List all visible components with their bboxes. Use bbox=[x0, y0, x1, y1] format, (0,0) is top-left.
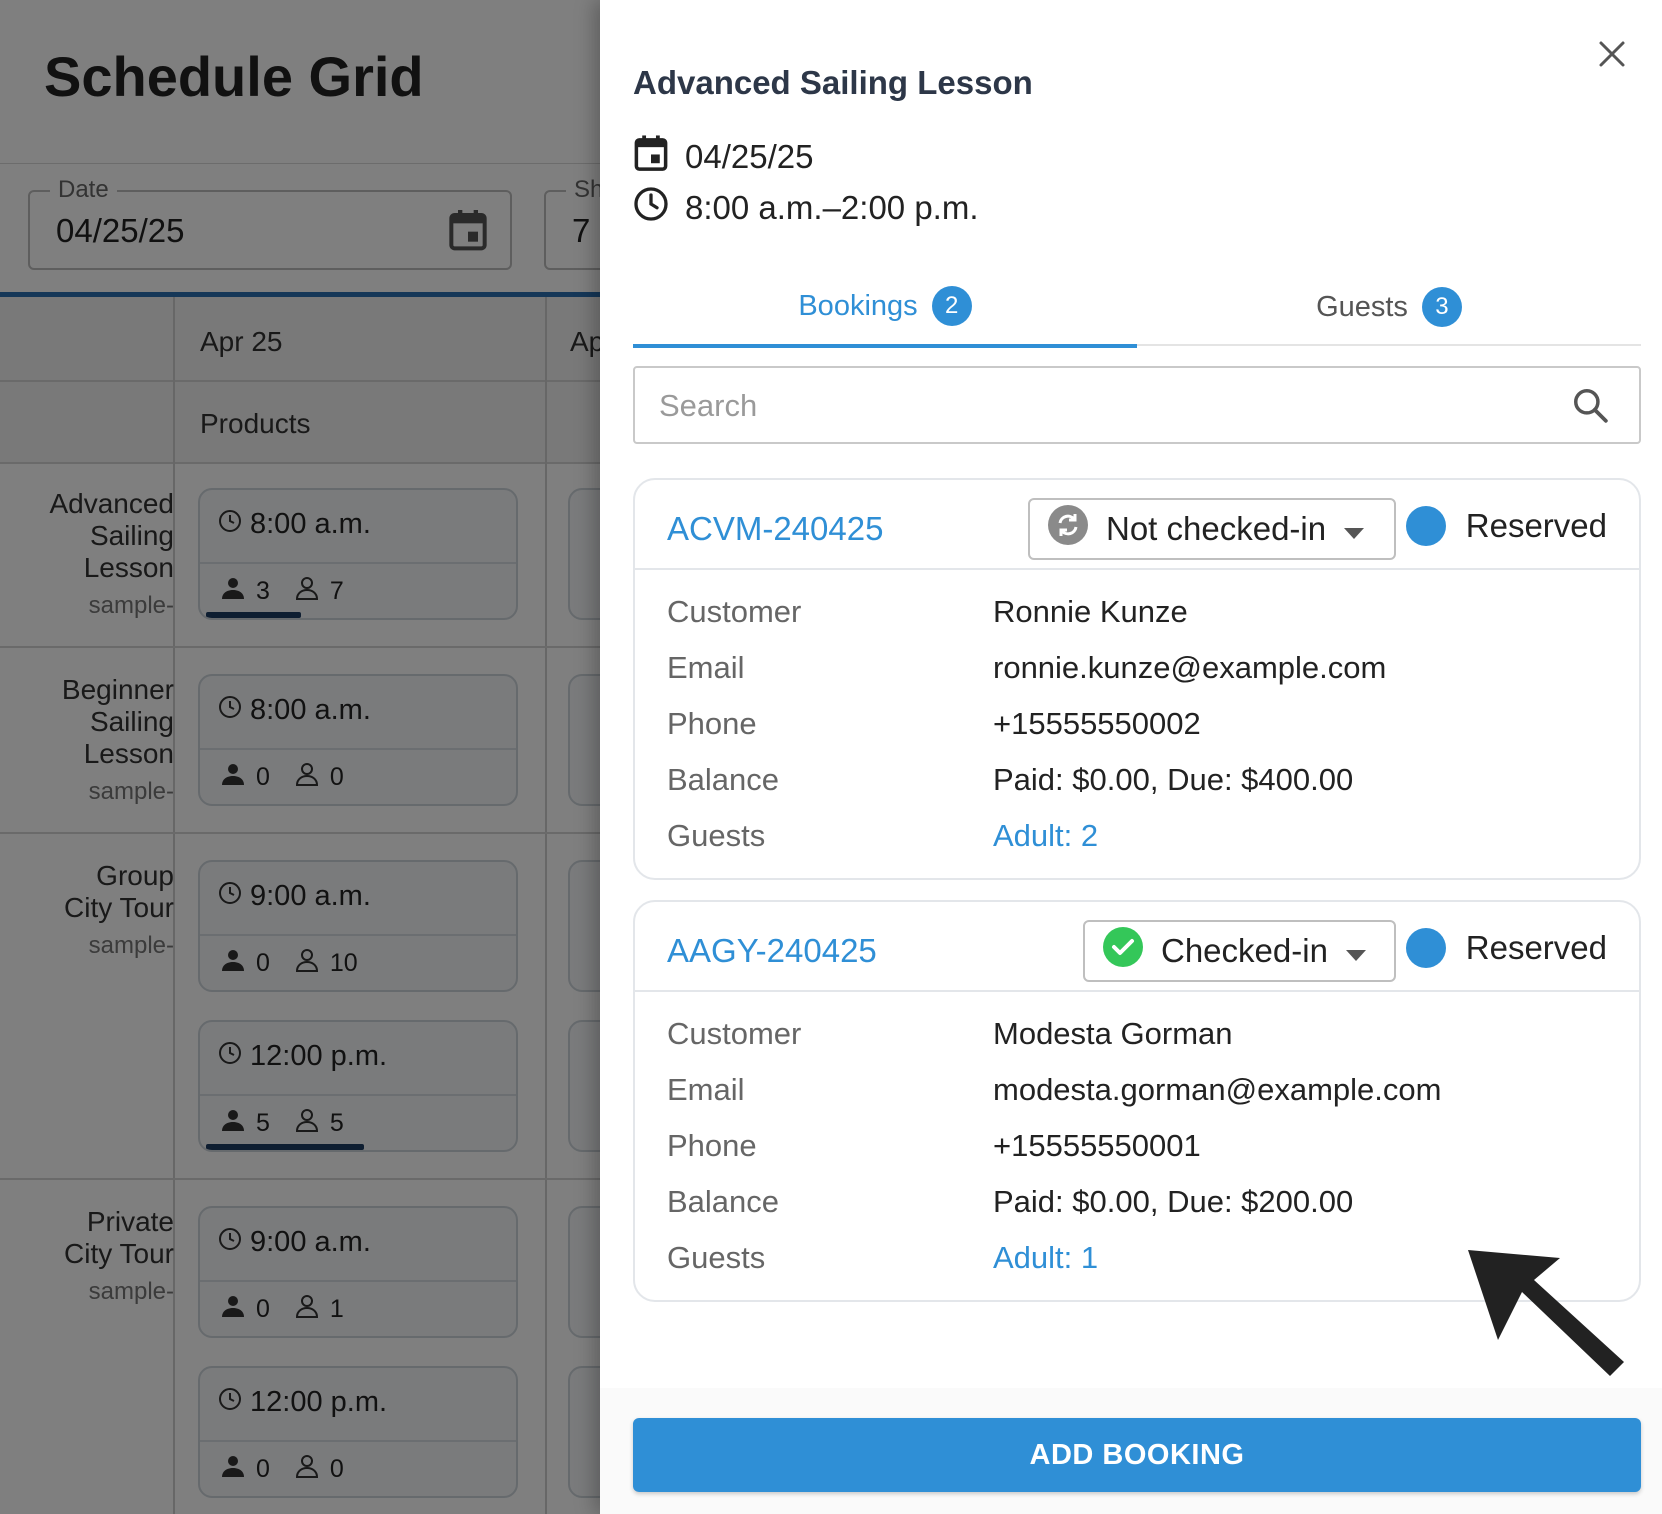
booking-card: ACVM-240425 Not checked-in Reserved Cust… bbox=[633, 478, 1641, 880]
booking-balance: Paid: $0.00, Due: $200.00 bbox=[993, 1184, 1354, 1219]
event-time: 8:00 a.m.–2:00 p.m. bbox=[633, 186, 979, 230]
detail-row-email: Email modesta.gorman@example.com bbox=[667, 1062, 1607, 1118]
detail-row-customer: Customer Ronnie Kunze bbox=[667, 584, 1607, 640]
checkin-status-select[interactable]: Checked-in bbox=[1083, 920, 1396, 982]
customer-email: modesta.gorman@example.com bbox=[993, 1072, 1442, 1107]
booking-code-link[interactable]: AAGY-240425 bbox=[667, 932, 877, 970]
checkin-status-select[interactable]: Not checked-in bbox=[1028, 498, 1396, 560]
detail-label: Customer bbox=[667, 594, 802, 629]
detail-label: Email bbox=[667, 1072, 745, 1107]
booking-card: AAGY-240425 Checked-in Reserved Customer… bbox=[633, 900, 1641, 1302]
drawer-title: Advanced Sailing Lesson bbox=[633, 64, 1033, 101]
detail-row-guests: Guests Adult: 1 bbox=[667, 1230, 1607, 1286]
detail-label: Email bbox=[667, 650, 745, 685]
detail-row-email: Email ronnie.kunze@example.com bbox=[667, 640, 1607, 696]
calendar-icon bbox=[633, 134, 669, 180]
tab-bookings[interactable]: Bookings 2 bbox=[633, 268, 1137, 348]
detail-label: Guests bbox=[667, 818, 766, 853]
drawer-tabs: Bookings 2 Guests 3 bbox=[633, 268, 1641, 348]
check-circle-icon bbox=[1103, 927, 1143, 975]
booking-state-text: Reserved bbox=[1465, 507, 1607, 544]
search-icon[interactable] bbox=[1571, 386, 1609, 429]
booking-card-header: ACVM-240425 Not checked-in Reserved bbox=[635, 480, 1639, 570]
booking-balance: Paid: $0.00, Due: $400.00 bbox=[993, 762, 1354, 797]
guests-link[interactable]: Adult: 1 bbox=[993, 1240, 1098, 1276]
detail-row-phone: Phone +15555550001 bbox=[667, 1118, 1607, 1174]
tab-guests-label: Guests bbox=[1316, 290, 1408, 323]
customer-phone: +15555550001 bbox=[993, 1128, 1201, 1163]
detail-label: Balance bbox=[667, 762, 780, 797]
search-input[interactable] bbox=[659, 382, 1539, 430]
tab-bookings-label: Bookings bbox=[798, 289, 918, 322]
caret-down-icon bbox=[1345, 932, 1366, 970]
booking-state-text: Reserved bbox=[1465, 929, 1607, 966]
event-date-text: 04/25/25 bbox=[685, 138, 814, 175]
bookings-count-badge: 2 bbox=[931, 286, 972, 326]
detail-label: Phone bbox=[667, 706, 757, 741]
detail-label: Guests bbox=[667, 1240, 766, 1275]
detail-label: Phone bbox=[667, 1128, 757, 1163]
detail-row-guests: Guests Adult: 2 bbox=[667, 808, 1607, 864]
checkin-status-text: Checked-in bbox=[1161, 932, 1328, 969]
event-time-text: 8:00 a.m.–2:00 p.m. bbox=[685, 189, 979, 226]
customer-phone: +15555550002 bbox=[993, 706, 1201, 741]
status-dot-icon bbox=[1405, 928, 1446, 968]
status-dot-icon bbox=[1405, 506, 1446, 546]
event-date: 04/25/25 bbox=[633, 134, 813, 180]
close-icon[interactable] bbox=[1597, 39, 1627, 74]
guests-count-badge: 3 bbox=[1421, 287, 1462, 327]
detail-row-customer: Customer Modesta Gorman bbox=[667, 1006, 1607, 1062]
tab-guests[interactable]: Guests 3 bbox=[1137, 268, 1641, 346]
guests-link[interactable]: Adult: 2 bbox=[993, 818, 1098, 854]
detail-label: Balance bbox=[667, 1184, 780, 1219]
checkin-status-text: Not checked-in bbox=[1106, 510, 1327, 547]
add-booking-button[interactable]: ADD BOOKING bbox=[633, 1418, 1641, 1492]
detail-row-phone: Phone +15555550002 bbox=[667, 696, 1607, 752]
close-button[interactable] bbox=[1590, 34, 1634, 78]
booking-state: Reserved bbox=[1405, 506, 1607, 546]
detail-label: Customer bbox=[667, 1016, 802, 1051]
detail-row-balance: Balance Paid: $0.00, Due: $400.00 bbox=[667, 752, 1607, 808]
customer-name: Modesta Gorman bbox=[993, 1016, 1233, 1051]
booking-code-link[interactable]: ACVM-240425 bbox=[667, 510, 883, 548]
search-box bbox=[633, 366, 1641, 444]
booking-card-header: AAGY-240425 Checked-in Reserved bbox=[635, 902, 1639, 992]
booking-state: Reserved bbox=[1405, 928, 1607, 968]
clock-icon bbox=[633, 186, 669, 230]
booking-details: Customer Ronnie Kunze Email ronnie.kunze@e… bbox=[635, 570, 1639, 878]
pointer-arrow-icon bbox=[1468, 1250, 1628, 1385]
caret-down-icon bbox=[1344, 510, 1365, 548]
customer-name: Ronnie Kunze bbox=[993, 594, 1188, 629]
customer-email: ronnie.kunze@example.com bbox=[993, 650, 1387, 685]
detail-row-balance: Balance Paid: $0.00, Due: $200.00 bbox=[667, 1174, 1607, 1230]
sync-icon bbox=[1048, 505, 1088, 553]
